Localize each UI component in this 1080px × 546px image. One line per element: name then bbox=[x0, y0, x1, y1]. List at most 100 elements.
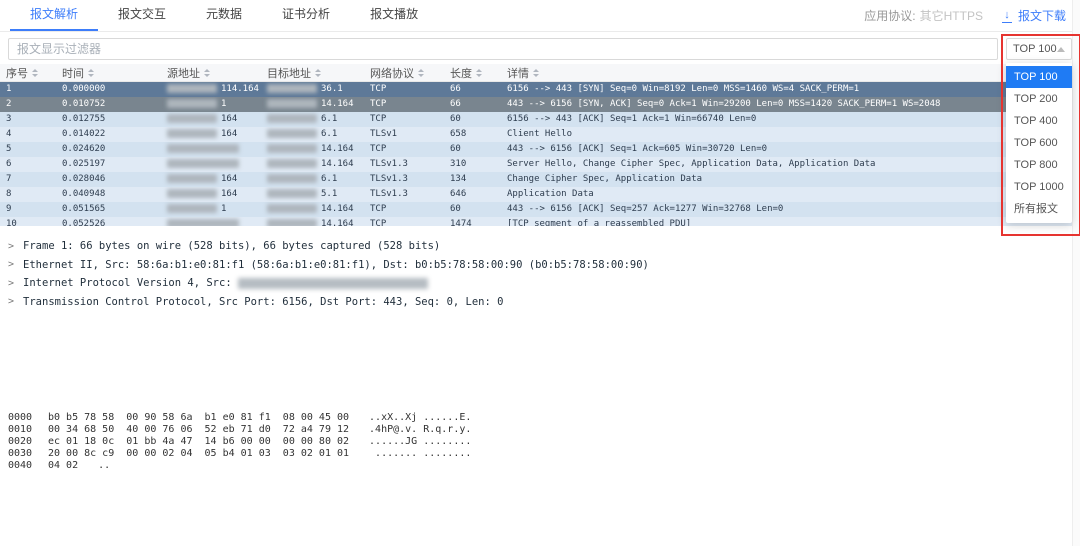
row-time: 0.025197 bbox=[62, 159, 106, 169]
row-no: 6 bbox=[6, 159, 12, 169]
row-info: 443 --> 6156 [ACK] Seq=257 Ack=1277 Win=… bbox=[507, 204, 784, 214]
dropdown-option-5[interactable]: TOP 800 bbox=[1006, 154, 1072, 176]
row-destination: 14.164 bbox=[261, 157, 364, 172]
sort-icon bbox=[315, 68, 321, 77]
table-row-3[interactable]: 3 0.012755 164 6.1 TCP 60 6156 --> 443 [ACK] S… bbox=[0, 112, 1080, 127]
tree-text: Frame 1: 66 bytes on wire (528 bits), 66… bbox=[23, 240, 441, 253]
row-length: 310 bbox=[450, 159, 467, 169]
hex-ascii: ......JG ........ bbox=[369, 436, 472, 447]
row-source: 1 bbox=[161, 97, 261, 112]
redacted-block bbox=[167, 84, 217, 93]
dropdown-option-1[interactable]: TOP 100 bbox=[1006, 66, 1072, 88]
row-length: 66 bbox=[450, 84, 461, 94]
column-header-4[interactable]: 目标地址 bbox=[261, 65, 364, 81]
column-header-6[interactable]: 长度 bbox=[444, 65, 501, 81]
row-destination: 14.164 bbox=[261, 97, 364, 112]
tab-3[interactable]: 元数据 bbox=[186, 0, 262, 31]
hex-bytes: b0 b5 78 58 00 90 58 6a b1 e0 81 f1 08 0… bbox=[48, 412, 350, 423]
tab-5[interactable]: 报文播放 bbox=[350, 0, 438, 31]
hex-ascii: .. bbox=[98, 460, 111, 471]
sort-icon bbox=[88, 68, 94, 77]
table-row-2[interactable]: 2 0.010752 1 14.164 TCP 66 443 --> 6156 [SYN, … bbox=[0, 97, 1080, 112]
hex-ascii: ..xX..Xj ......E. bbox=[369, 412, 472, 423]
row-destination: 14.164 bbox=[261, 217, 364, 226]
redacted-block bbox=[267, 174, 317, 183]
redacted-block bbox=[267, 99, 317, 108]
tree-line-4[interactable]: > Transmission Control Protocol, Src Port… bbox=[8, 293, 990, 312]
download-label: 报文下载 bbox=[1017, 9, 1066, 23]
row-no: 3 bbox=[6, 114, 12, 124]
dropdown-option-7[interactable]: 所有报文 bbox=[1006, 198, 1072, 220]
row-protocol: TLSv1.3 bbox=[370, 159, 408, 169]
expand-arrow-icon[interactable]: > bbox=[8, 278, 14, 289]
dropdown-option-2[interactable]: TOP 200 bbox=[1006, 88, 1072, 110]
row-source: 164 bbox=[161, 127, 261, 142]
hex-line-1: 0000 b0 b5 78 58 00 90 58 6a b1 e0 81 f1 … bbox=[8, 412, 471, 424]
row-info: Server Hello, Change Cipher Spec, Applic… bbox=[507, 159, 876, 169]
hex-offset: 0030 bbox=[8, 448, 33, 459]
tab-2[interactable]: 报文交互 bbox=[98, 0, 186, 31]
page-scrollbar[interactable] bbox=[1072, 0, 1080, 546]
table-row-1[interactable]: 1 0.000000 114.164 36.1 TCP 66 6156 --> 443 [S… bbox=[0, 82, 1080, 97]
tab-1[interactable]: 报文解析 bbox=[10, 0, 99, 31]
dropdown-option-4[interactable]: TOP 600 bbox=[1006, 132, 1072, 154]
redacted-block bbox=[267, 159, 317, 168]
hex-line-3: 0020 ec 01 18 0c 01 bb 4a 47 14 b6 00 00 … bbox=[8, 436, 471, 448]
tab-4[interactable]: 证书分析 bbox=[262, 0, 350, 31]
column-header-5[interactable]: 网络协议 bbox=[364, 65, 444, 81]
hex-offset: 0000 bbox=[8, 412, 33, 423]
row-length: 134 bbox=[450, 174, 467, 184]
expand-arrow-icon[interactable]: > bbox=[8, 259, 14, 270]
filter-input[interactable] bbox=[8, 38, 998, 60]
redacted-block bbox=[267, 144, 317, 153]
table-row-8[interactable]: 8 0.040948 164 5.1 TLSv1.3 646 Application Dat… bbox=[0, 187, 1080, 202]
table-row-9[interactable]: 9 0.051565 1 14.164 TCP 60 443 --> 6156 [ACK] … bbox=[0, 202, 1080, 217]
expand-arrow-icon[interactable]: > bbox=[8, 241, 14, 252]
expand-arrow-icon[interactable]: > bbox=[8, 296, 14, 307]
download-button[interactable]: ↓ 报文下载 bbox=[1001, 7, 1066, 24]
table-row-10[interactable]: 10 0.052526 14.164 TCP 1474 [TCP segment of a… bbox=[0, 217, 1080, 226]
row-time: 0.000000 bbox=[62, 84, 106, 94]
row-time: 0.040948 bbox=[62, 189, 106, 199]
hex-dump: 0000 b0 b5 78 58 00 90 58 6a b1 e0 81 f1 … bbox=[8, 412, 471, 472]
table-row-4[interactable]: 4 0.014022 164 6.1 TLSv1 658 Client Hello bbox=[0, 127, 1080, 142]
row-no: 9 bbox=[6, 204, 12, 214]
row-time: 0.012755 bbox=[62, 114, 106, 124]
row-info: 443 --> 6156 [ACK] Seq=1 Ack=605 Win=307… bbox=[507, 144, 768, 154]
dropdown-option-6[interactable]: TOP 1000 bbox=[1006, 176, 1072, 198]
column-header-1[interactable]: 序号 bbox=[0, 65, 56, 81]
row-no: 10 bbox=[6, 219, 17, 226]
top-n-select[interactable]: TOP 100 bbox=[1006, 38, 1072, 60]
column-header-2[interactable]: 时间 bbox=[56, 65, 161, 81]
row-info: 443 --> 6156 [SYN, ACK] Seq=0 Ack=1 Win=… bbox=[507, 99, 941, 109]
hex-offset: 0040 bbox=[8, 460, 33, 471]
row-no: 5 bbox=[6, 144, 12, 154]
table-row-6[interactable]: 6 0.025197 14.164 TLSv1.3 310 Server Hello, C… bbox=[0, 157, 1080, 172]
dropdown-option-3[interactable]: TOP 400 bbox=[1006, 110, 1072, 132]
row-destination: 6.1 bbox=[261, 112, 364, 127]
redacted-block bbox=[267, 204, 317, 213]
table-row-7[interactable]: 7 0.028046 164 6.1 TLSv1.3 134 Change Cipher S… bbox=[0, 172, 1080, 187]
column-header-3[interactable]: 源地址 bbox=[161, 65, 261, 81]
row-no: 4 bbox=[6, 129, 12, 139]
hex-bytes: ec 01 18 0c 01 bb 4a 47 14 b6 00 00 00 0… bbox=[48, 436, 350, 447]
row-destination: 14.164 bbox=[261, 202, 364, 217]
sort-icon bbox=[476, 68, 482, 77]
caret-up-icon bbox=[1057, 46, 1065, 52]
row-length: 60 bbox=[450, 144, 461, 154]
row-no: 8 bbox=[6, 189, 12, 199]
row-info: Client Hello bbox=[507, 129, 573, 139]
row-destination: 36.1 bbox=[261, 82, 364, 97]
column-header-7[interactable]: 详情 bbox=[501, 65, 1080, 81]
redacted-block bbox=[167, 174, 217, 183]
row-length: 60 bbox=[450, 204, 461, 214]
app-protocol-value: 其它HTTPS bbox=[919, 9, 983, 23]
row-source bbox=[161, 142, 261, 157]
tree-line-3[interactable]: > Internet Protocol Version 4, Src: bbox=[8, 274, 990, 293]
app-protocol: 应用协议: 其它HTTPS bbox=[864, 7, 983, 24]
row-destination: 5.1 bbox=[261, 187, 364, 202]
tree-line-2[interactable]: > Ethernet II, Src: 58:6a:b1:e0:81:f1 (58… bbox=[8, 256, 990, 275]
tree-line-1[interactable]: > Frame 1: 66 bytes on wire (528 bits), 6… bbox=[8, 237, 990, 256]
table-row-5[interactable]: 5 0.024620 14.164 TCP 60 443 --> 6156 [ACK] S… bbox=[0, 142, 1080, 157]
row-source: 164 bbox=[161, 112, 261, 127]
